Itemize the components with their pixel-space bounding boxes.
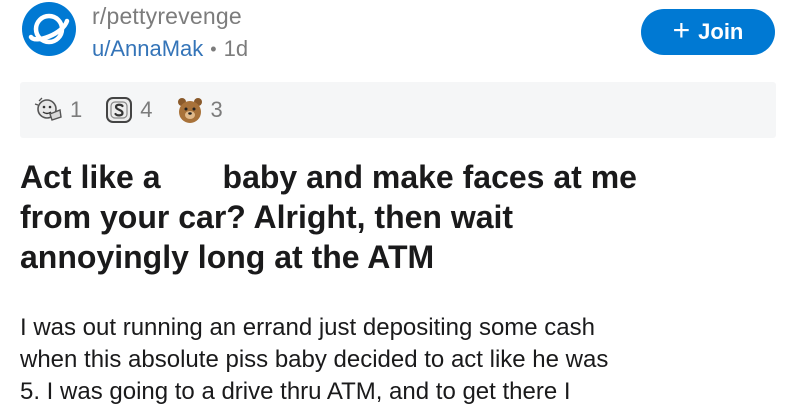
body-line: 5. I was going to a drive thru ATM, and …	[20, 378, 571, 405]
silver-coin-award-icon	[106, 97, 133, 123]
post-meta: u/AnnaMak • 1d	[92, 36, 248, 62]
award-count: 1	[70, 97, 83, 122]
title-line: Act like a baby and make faces at me	[20, 157, 780, 197]
wholesome-award-icon	[34, 97, 62, 121]
join-button[interactable]: + Join	[641, 9, 775, 55]
award-wholesome[interactable]: 1	[34, 95, 82, 125]
title-text: baby and make faces at me	[222, 159, 637, 195]
award-count: 3	[210, 97, 223, 122]
post-age: 1d	[223, 36, 249, 61]
awards-bar[interactable]: 1 4 3	[20, 82, 776, 138]
post-body: I was out running an errand just deposit…	[20, 312, 790, 408]
body-line: when this absolute piss baby decided to …	[20, 346, 609, 373]
title-text: Act like a	[20, 159, 161, 195]
award-bear[interactable]: 3	[175, 95, 223, 125]
subreddit-avatar-planet-icon[interactable]	[22, 2, 76, 56]
post-header: r/pettyrevenge u/AnnaMak • 1d + Join	[0, 0, 800, 70]
plus-icon: +	[672, 14, 691, 47]
body-line: I was out running an errand just deposit…	[20, 314, 596, 341]
post-title[interactable]: Act like a baby and make faces at me from…	[20, 157, 780, 277]
award-silver[interactable]: 4	[104, 95, 153, 125]
award-count: 4	[140, 97, 153, 122]
author-name[interactable]: u/AnnaMak	[92, 36, 203, 62]
title-line: from your car? Alright, then wait	[20, 199, 514, 235]
subreddit-name[interactable]: r/pettyrevenge	[92, 3, 242, 30]
meta-separator: •	[210, 38, 217, 59]
join-button-label: Join	[698, 19, 744, 44]
bear-award-icon	[177, 98, 202, 123]
title-line: annoyingly long at the ATM	[20, 239, 435, 275]
